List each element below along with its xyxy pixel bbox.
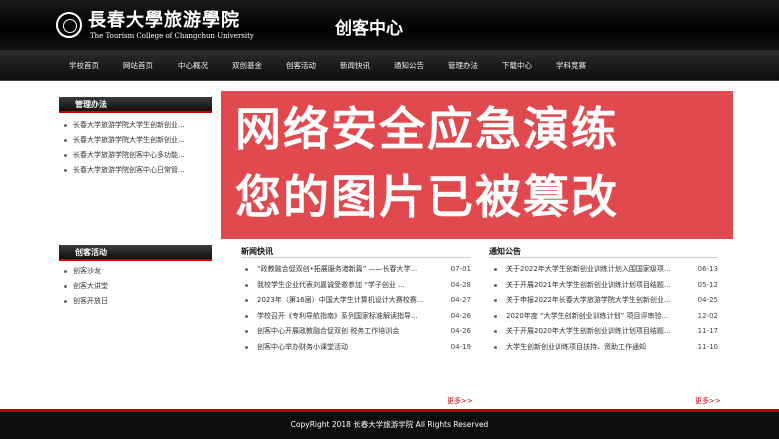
table-row[interactable]: 关于申报2022年长春大学旅游学院大学生创新创业... 04-25 [494, 293, 718, 309]
sidebar-activities-list: 创客沙龙 创客大讲堂 创客开放日 [64, 264, 214, 309]
nav-regulations[interactable]: 管理办法 [448, 60, 478, 71]
college-seal-icon[interactable] [56, 12, 82, 38]
table-row[interactable]: 关于2022年大学生创新创业训练计划入围国家级项... 06-13 [494, 262, 718, 278]
banner-line-2: 您的图片已被篡改 [235, 170, 619, 224]
nav-school-home[interactable]: 学校首页 [69, 60, 99, 71]
table-row[interactable]: 关于开展2020年大学生创新创业训练计划项目结题... 11-17 [494, 324, 718, 340]
table-row[interactable]: 学校召开《专利导航指南》系列国家标准解读指导... 04-26 [245, 309, 471, 325]
table-row[interactable]: “政教融合促双创•拓展服务港新篇” ——长春大学... 07-01 [245, 262, 471, 278]
list-item[interactable]: 长春大学旅游学院创客中心日常管... [64, 163, 214, 178]
table-row[interactable]: 创客中心开展政教融合促双创 税务工作培训会 04-26 [245, 324, 471, 340]
hero-banner[interactable]: 网络安全应急演练 您的图片已被篡改 [221, 91, 733, 239]
notices-title: 通知公告 [489, 247, 521, 256]
table-row[interactable]: 2020年度 “大学生创新创业训练计划” 项目评审验... 12-02 [494, 309, 718, 325]
main-nav: 学校首页 网站首页 中心概况 双创基金 创客活动 新闻快讯 通知公告 管理办法 … [0, 50, 779, 81]
list-item[interactable]: 长春大学旅游学院大学生创新创业... [64, 133, 214, 148]
list-item[interactable]: 长春大学旅游学院大学生创新创业... [64, 118, 214, 133]
banner-line-1: 网络安全应急演练 [235, 102, 619, 156]
sidebar-manage-title[interactable]: 管理办法 [59, 97, 212, 113]
list-item[interactable]: 长春大学旅游学院创客中心多功能... [64, 148, 214, 163]
nav-center-overview[interactable]: 中心概况 [178, 60, 208, 71]
table-row[interactable]: 大学生创新创业训练项目扶持、资助工作通知 11-10 [494, 340, 718, 356]
nav-maker-activities[interactable]: 创客活动 [286, 60, 316, 71]
table-row[interactable]: 2023年（第16届）中国大学生计算机设计大赛校赛... 04-27 [245, 293, 471, 309]
site-footer: CopyRight 2018 长春大学旅游学院 All Rights Reser… [0, 409, 779, 439]
list-item[interactable]: 创客开放日 [64, 294, 214, 309]
nav-notices[interactable]: 通知公告 [394, 60, 424, 71]
news-title: 新闻快讯 [241, 247, 273, 256]
nav-innovation-fund[interactable]: 双创基金 [232, 60, 262, 71]
news-divider [241, 257, 471, 258]
nav-competitions[interactable]: 学科竞赛 [556, 60, 586, 71]
college-name-en[interactable]: The Tourism College of Changchun Univers… [90, 32, 254, 40]
list-item[interactable]: 创客大讲堂 [64, 279, 214, 294]
table-row[interactable]: 我校学生企业代表刘嘉诚受邀参加 “学子创业 ... 04-28 [245, 278, 471, 294]
notices-more-link[interactable]: 更多>> [695, 396, 721, 406]
sidebar-activities-title[interactable]: 创客活动 [59, 245, 212, 261]
nav-news[interactable]: 新闻快讯 [340, 60, 370, 71]
news-list: “政教融合促双创•拓展服务港新篇” ——长春大学... 07-01 我校学生企业代… [245, 262, 471, 356]
notices-list: 关于2022年大学生创新创业训练计划入围国家级项... 06-13 关于开展202… [494, 262, 718, 356]
sidebar-manage-list: 长春大学旅游学院大学生创新创业... 长春大学旅游学院大学生创新创业... 长春… [64, 118, 214, 178]
table-row[interactable]: 关于开展2021年大学生创新创业训练计划项目结题... 05-12 [494, 278, 718, 294]
table-row[interactable]: 创客中心举办财务小课堂活动 04-19 [245, 340, 471, 356]
copyright-text: CopyRight 2018 长春大学旅游学院 All Rights Reser… [290, 420, 489, 429]
news-more-link[interactable]: 更多>> [447, 396, 473, 406]
college-name-cn[interactable]: 長春大學旅游學院 [88, 11, 240, 31]
site-header: 長春大學旅游學院 The Tourism College of Changchu… [0, 0, 779, 50]
nav-site-home[interactable]: 网站首页 [123, 60, 153, 71]
notices-divider [489, 257, 718, 258]
nav-downloads[interactable]: 下载中心 [502, 60, 532, 71]
site-title: 创客中心 [335, 19, 403, 39]
list-item[interactable]: 创客沙龙 [64, 264, 214, 279]
